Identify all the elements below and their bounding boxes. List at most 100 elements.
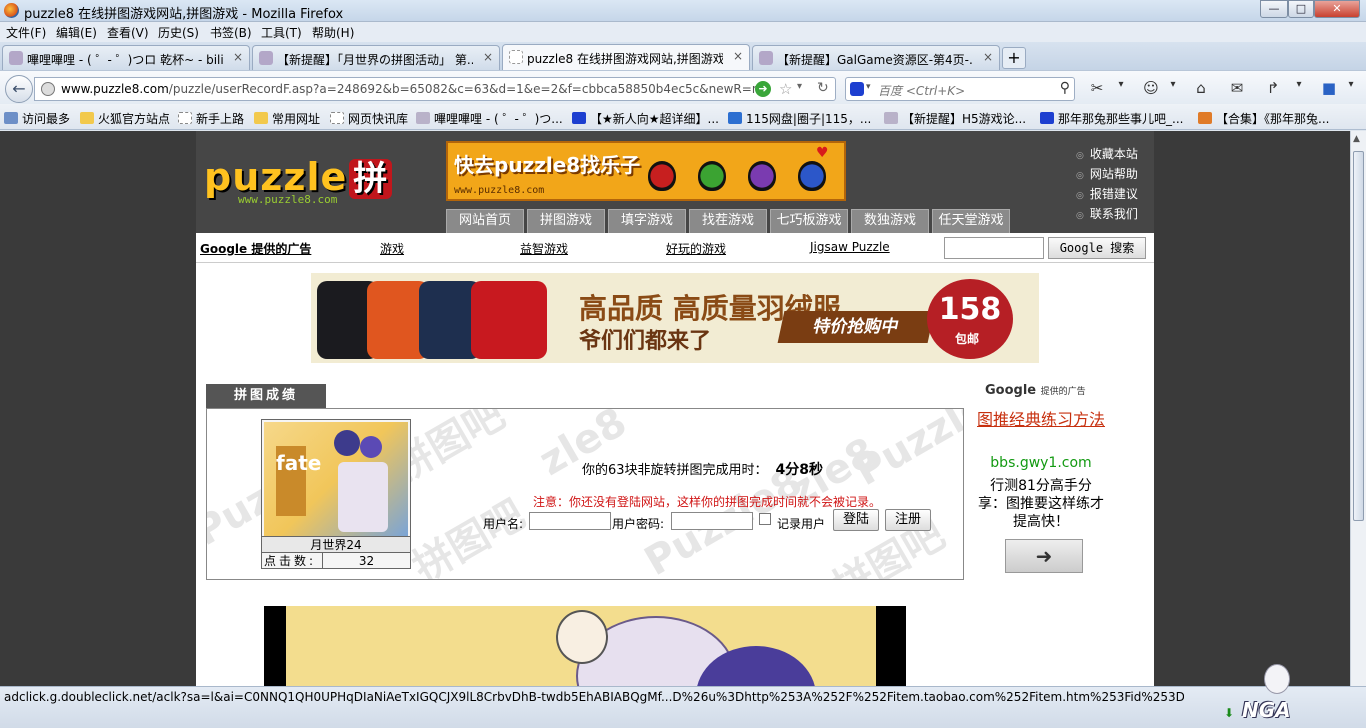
go-arrow-icon[interactable]: ➜ [755, 81, 771, 97]
logo-url: www.puzzle8.com [238, 193, 338, 206]
login-button[interactable]: 登陆 [833, 509, 879, 531]
menu-file[interactable]: 文件(F) [6, 24, 46, 41]
puzzle-artwork [286, 606, 876, 686]
side-ad-link[interactable]: 图推经典练习方法 [977, 409, 1105, 430]
thumbnail-image[interactable]: fate [264, 422, 408, 536]
tab-close-icon[interactable]: × [733, 49, 743, 63]
menu-view[interactable]: 查看(V) [107, 24, 149, 41]
download-icon[interactable]: ⬇ [1224, 706, 1234, 720]
addon-dropdown-icon[interactable]: ▾ [1112, 79, 1130, 97]
menu-bookmarks[interactable]: 书签(B) [210, 24, 252, 41]
click-count-label: 点击数: [264, 554, 317, 568]
ad-link-jigsaw-puzzle[interactable]: Jigsaw Puzzle [810, 240, 890, 254]
baidu-engine-icon[interactable] [850, 82, 864, 96]
bookmark-item[interactable]: 网页快讯库 [330, 110, 408, 127]
bookmark-item[interactable]: 【新提醒】H5游戏论... [884, 110, 1026, 127]
ad-link-games[interactable]: 游戏 [380, 240, 404, 257]
bookmark-icon [1198, 112, 1212, 124]
share-dropdown-icon[interactable]: ▾ [1290, 79, 1308, 97]
maximize-button[interactable]: □ [1288, 0, 1314, 18]
search-box[interactable]: ▾ 百度 <Ctrl+K> ⚲ [845, 77, 1075, 101]
engine-dropdown-icon[interactable]: ▾ [866, 82, 871, 92]
tab-close-icon[interactable]: × [233, 50, 243, 64]
home-icon[interactable]: ⌂ [1192, 79, 1210, 97]
bookmark-item[interactable]: 115网盘|圈子|115，... [728, 110, 871, 127]
ad-link-fun-games[interactable]: 好玩的游戏 [666, 240, 726, 257]
new-tab-button[interactable]: + [1002, 47, 1026, 69]
bookmark-item[interactable]: 常用网址 [254, 110, 320, 127]
nav-tab-jigsaw[interactable]: 拼图游戏 [527, 209, 605, 233]
scrollbar-thumb[interactable] [1353, 151, 1364, 521]
bookmark-item[interactable]: 【合集】《那年那兔... [1198, 110, 1329, 127]
grid-dropdown-icon[interactable]: ▾ [1342, 79, 1360, 97]
tab-close-icon[interactable]: × [483, 50, 493, 64]
windows-grid-icon[interactable]: ■ [1320, 79, 1338, 97]
mascot-head [1264, 664, 1290, 694]
header-link-favorite[interactable]: 收藏本站 [1076, 145, 1138, 162]
mascot-logo-text: NGA [1242, 698, 1291, 722]
nav-tab-tangram[interactable]: 七巧板游戏 [770, 209, 848, 233]
bookmark-item[interactable]: 那年那兔那些事儿吧_... [1040, 110, 1183, 127]
url-bar[interactable]: www.puzzle8.com/puzzle/userRecordF.asp?a… [34, 77, 836, 101]
google-ads-label[interactable]: Google 提供的广告 [200, 240, 311, 257]
remember-user-checkbox[interactable] [759, 513, 771, 525]
bookmark-item[interactable]: 访问最多 [4, 110, 70, 127]
bookmark-item[interactable]: 嗶哩嗶哩 - ( ゜- ゜)つ... [416, 110, 563, 127]
google-search-input[interactable] [944, 237, 1044, 259]
search-icon[interactable]: ⚲ [1060, 80, 1070, 96]
nav-tab-crossword[interactable]: 填字游戏 [608, 209, 686, 233]
share-icon[interactable]: ↱ [1264, 79, 1282, 97]
search-input[interactable]: 百度 <Ctrl+K> [878, 82, 965, 99]
menu-tools[interactable]: 工具(T) [261, 24, 302, 41]
scroll-up-icon[interactable]: ▲ [1353, 134, 1360, 144]
down-jacket-ad[interactable]: 高品质 高质量羽绒服 爷们们都来了 特价抢购中 158 包邮 [311, 273, 1039, 363]
nav-tab-nintendo[interactable]: 任天堂游戏 [932, 209, 1010, 233]
puzzle-image[interactable] [264, 606, 906, 686]
side-ad-domain[interactable]: bbs.gwy1.com [981, 455, 1101, 471]
header-link-report[interactable]: 报错建议 [1076, 185, 1138, 202]
bookmark-item[interactable]: 火狐官方站点 [80, 110, 170, 127]
fate-logo: fate [276, 446, 321, 516]
google-search-button[interactable]: Google 搜索 [1048, 237, 1146, 259]
banner-ad[interactable]: 快去puzzle8找乐子 www.puzzle8.com ♥ [446, 141, 846, 201]
mail-icon[interactable]: ✉ [1228, 79, 1246, 97]
menu-help[interactable]: 帮助(H) [312, 24, 354, 41]
tab-galgame[interactable]: 【新提醒】GalGame资源区-第4页-... × [752, 45, 1000, 70]
nav-tab-home[interactable]: 网站首页 [446, 209, 524, 233]
nav-tab-sudoku[interactable]: 数独游戏 [851, 209, 929, 233]
status-bar: adclick.g.doubleclick.net/aclk?sa=l&ai=C… [0, 686, 1366, 728]
tab-moon-world[interactable]: 【新提醒】「月世界の拼图活动」 第... × [252, 45, 500, 70]
firefox-icon [4, 3, 19, 18]
bookmark-item[interactable]: 【★新人向★超详细】... [572, 110, 719, 127]
tab-puzzle8[interactable]: puzzle8 在线拼图游戏网站,拼图游戏 × [502, 44, 750, 70]
result-panel: Puzzle8 拼图吧 zle8 拼图吧 Puzzle8 zle8 拼图吧 Pu… [206, 408, 964, 580]
ladybug-icon [698, 161, 726, 191]
arrow-right-icon[interactable]: ➜ [1005, 539, 1083, 573]
header-link-contact[interactable]: 联系我们 [1076, 205, 1138, 222]
username-input[interactable] [529, 512, 611, 530]
password-input[interactable] [671, 512, 753, 530]
close-button[interactable]: ✕ [1314, 0, 1360, 18]
register-button[interactable]: 注册 [885, 509, 931, 531]
nav-tab-spot-difference[interactable]: 找茬游戏 [689, 209, 767, 233]
smiley-dropdown-icon[interactable]: ▾ [1164, 79, 1182, 97]
header-link-help[interactable]: 网站帮助 [1076, 165, 1138, 182]
url-text[interactable]: www.puzzle8.com/puzzle/userRecordF.asp?a… [61, 82, 767, 96]
history-dropdown-icon[interactable]: ▾ [797, 81, 802, 92]
smiley-icon[interactable]: ☺ [1142, 79, 1160, 97]
menu-edit[interactable]: 编辑(E) [56, 24, 97, 41]
tab-close-icon[interactable]: × [983, 50, 993, 64]
tab-bilibili[interactable]: 嗶哩嗶哩 - ( ゜- ゜)つロ 乾杯~ - bili... × [2, 45, 250, 70]
bookmark-item[interactable]: 新手上路 [178, 110, 244, 127]
minimize-button[interactable]: — [1260, 0, 1288, 18]
screenshot-icon[interactable]: ✂ [1088, 79, 1106, 97]
menu-history[interactable]: 历史(S) [158, 24, 199, 41]
password-label: 用户密码: [612, 517, 665, 531]
ad-link-puzzle-games[interactable]: 益智游戏 [520, 240, 568, 257]
tab-favicon-icon [759, 51, 773, 65]
puzzle-thumbnail[interactable]: fate 月世界24 点击数: 32 [261, 419, 411, 569]
back-arrow-icon[interactable]: ← [5, 75, 33, 103]
reload-icon[interactable]: ↻ [817, 80, 829, 96]
bookmark-star-icon[interactable]: ☆ [779, 80, 792, 98]
vertical-scrollbar[interactable]: ▲ [1350, 131, 1366, 686]
